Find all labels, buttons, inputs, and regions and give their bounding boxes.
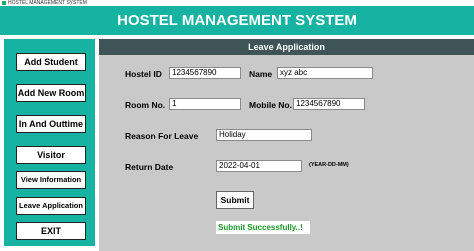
submit-button[interactable]: Submit — [216, 191, 254, 209]
sidebar-item-visitor[interactable]: Visitor — [16, 146, 86, 164]
hostel-id-input[interactable]: 1234567890 — [169, 67, 241, 79]
room-no-input[interactable]: 1 — [169, 98, 241, 110]
sidebar: Add Student Add New Room In And Outtime … — [4, 39, 95, 246]
reason-label: Reason For Leave — [125, 131, 199, 141]
reason-input[interactable]: Holiday — [216, 129, 312, 141]
sidebar-item-leave-application[interactable]: Leave Application — [16, 197, 86, 215]
name-label: Name — [249, 69, 273, 79]
app-icon — [2, 1, 6, 5]
sidebar-item-add-new-room[interactable]: Add New Room — [16, 84, 86, 102]
mobile-no-input[interactable]: 1234567890 — [293, 98, 365, 110]
sidebar-item-exit[interactable]: EXIT — [16, 222, 86, 240]
date-format-hint: (YEAR-DD-MM) — [309, 162, 349, 168]
app-header: HOSTEL MANAGEMENT SYSTEM — [0, 6, 474, 35]
return-date-input[interactable]: 2022-04-01 — [216, 160, 302, 172]
return-date-label: Return Date — [125, 162, 174, 172]
sidebar-item-in-and-outtime[interactable]: In And Outtime — [16, 115, 86, 133]
mobile-no-label: Mobile No. — [249, 100, 292, 110]
sidebar-item-add-student[interactable]: Add Student — [16, 53, 86, 71]
panel-title: Leave Application — [99, 39, 474, 55]
app-title: HOSTEL MANAGEMENT SYSTEM — [117, 12, 357, 29]
status-message: Submit Successfully..! — [216, 221, 310, 234]
sidebar-item-view-information[interactable]: View Information — [16, 171, 86, 189]
hostel-id-label: Hostel ID — [125, 69, 162, 79]
room-no-label: Room No. — [125, 100, 166, 110]
leave-application-panel: Leave Application Hostel ID 1234567890 N… — [99, 39, 474, 251]
name-input[interactable]: xyz abc — [277, 67, 373, 79]
